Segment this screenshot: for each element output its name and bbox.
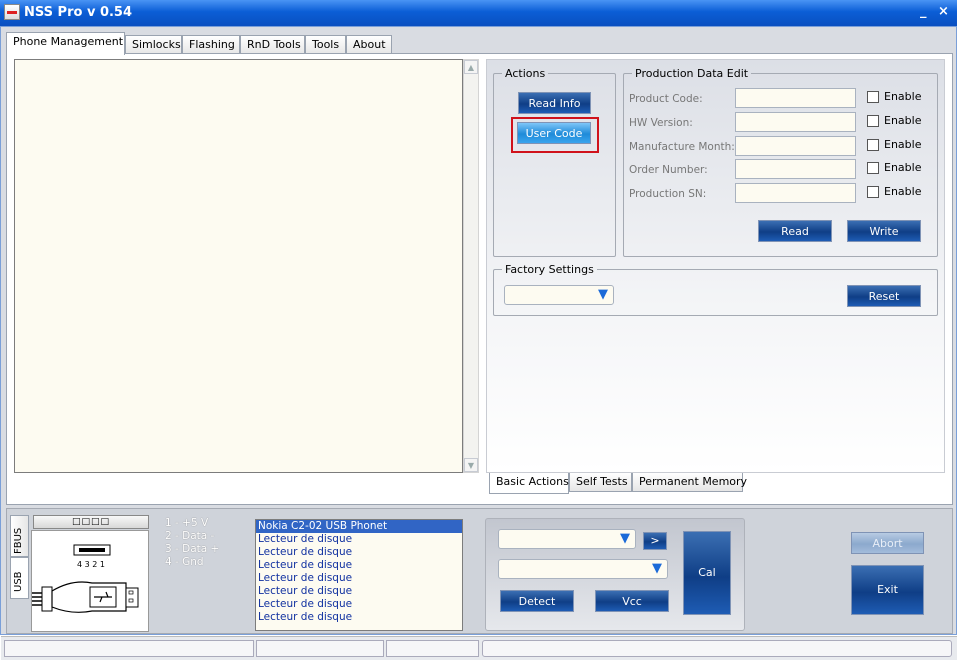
product-code-input[interactable] (735, 88, 856, 108)
basic-actions-panel: Actions Read Info User Code Production D… (486, 59, 945, 473)
status-segment (4, 640, 254, 657)
minimize-button[interactable]: _ (920, 5, 927, 19)
usb-connector-icon: 4 3 2 1 (32, 544, 139, 613)
list-item[interactable]: Nokia C2-02 USB Phonet (256, 520, 462, 533)
status-segment (256, 640, 384, 657)
order-number-input[interactable] (735, 159, 856, 179)
connection-controls: ▼ > ▼ Detect Vcc Cal (485, 518, 745, 631)
pin-4-label: 4 - Gnd (165, 556, 204, 568)
log-output[interactable] (14, 59, 463, 473)
order-number-enable-checkbox[interactable] (867, 162, 879, 174)
manufacture-month-enable-label: Enable (884, 138, 922, 151)
connection-select-2[interactable]: ▼ (498, 559, 668, 579)
production-legend: Production Data Edit (635, 67, 749, 80)
manufacture-month-input[interactable] (735, 136, 856, 156)
phone-management-panel: ▲ ▼ Actions Read Info User Code Producti… (6, 53, 953, 505)
product-code-enable-checkbox[interactable] (867, 91, 879, 103)
usb-pinout: 1 - +5 V 2 - Data - 3 - Data + 4 - Gnd (165, 517, 219, 569)
tab-tools[interactable]: Tools (305, 35, 346, 54)
manufacture-month-label: Manufacture Month: (629, 141, 735, 153)
list-item[interactable]: Lecteur de disque (256, 546, 462, 559)
progress-bar (482, 640, 952, 657)
go-button[interactable]: > (643, 532, 667, 550)
scroll-down-icon[interactable]: ▼ (464, 458, 478, 472)
detect-button[interactable]: Detect (500, 590, 574, 612)
read-button[interactable]: Read (758, 220, 832, 242)
log-scrollbar[interactable]: ▲ ▼ (463, 59, 479, 473)
app-icon (4, 4, 20, 20)
list-item[interactable]: Lecteur de disque (256, 598, 462, 611)
scroll-up-icon[interactable]: ▲ (464, 60, 478, 74)
svg-text:4 3 2 1: 4 3 2 1 (77, 560, 105, 569)
pin-3-label: 3 - Data + (165, 543, 220, 555)
read-info-button[interactable]: Read Info (518, 92, 591, 114)
tab-usb[interactable]: USB (10, 557, 29, 599)
production-sn-enable-label: Enable (884, 185, 922, 198)
product-code-enable-label: Enable (884, 90, 922, 103)
status-segment (386, 640, 479, 657)
close-button[interactable]: × (938, 5, 949, 19)
tab-fbus[interactable]: FBUS (10, 515, 29, 557)
usb-port-header: □□□□ (33, 515, 149, 529)
list-item[interactable]: Lecteur de disque (256, 585, 462, 598)
vcc-button[interactable]: Vcc (595, 590, 669, 612)
actions-legend: Actions (505, 67, 546, 80)
tab-phone-management[interactable]: Phone Management (6, 32, 125, 55)
dropdown-arrow-icon: ▼ (620, 531, 630, 546)
manufacture-month-enable-checkbox[interactable] (867, 139, 879, 151)
list-item[interactable]: Lecteur de disque (256, 559, 462, 572)
product-code-label: Product Code: (629, 93, 703, 105)
write-button[interactable]: Write (847, 220, 921, 242)
usb-diagram: 4 3 2 1 (31, 530, 149, 632)
tab-flashing[interactable]: Flashing (182, 35, 240, 54)
tab-rnd-tools[interactable]: RnD Tools (240, 35, 305, 54)
list-item[interactable]: Lecteur de disque (256, 533, 462, 546)
order-number-label: Order Number: (629, 164, 708, 176)
dropdown-arrow-icon: ▼ (598, 287, 608, 302)
window-body: Phone Management Simlocks Flashing RnD T… (0, 26, 957, 660)
title-bar: NSS Pro v 0.54 _ × (0, 0, 957, 26)
tab-self-tests[interactable]: Self Tests (569, 473, 632, 492)
abort-button[interactable]: Abort (851, 532, 924, 554)
reset-button[interactable]: Reset (847, 285, 921, 307)
device-list[interactable]: Nokia C2-02 USB Phonet Lecteur de disque… (255, 519, 463, 631)
hw-version-input[interactable] (735, 112, 856, 132)
connection-select-1[interactable]: ▼ (498, 529, 636, 549)
production-sn-input[interactable] (735, 183, 856, 203)
cal-button[interactable]: Cal (683, 531, 731, 615)
tab-basic-actions[interactable]: Basic Actions (489, 473, 569, 494)
exit-button[interactable]: Exit (851, 565, 924, 615)
user-code-button[interactable]: User Code (517, 122, 591, 144)
tab-about[interactable]: About (346, 35, 392, 54)
hw-version-enable-label: Enable (884, 114, 922, 127)
hw-version-enable-checkbox[interactable] (867, 115, 879, 127)
production-sn-label: Production SN: (629, 188, 707, 200)
factory-settings-select[interactable]: ▼ (504, 285, 614, 305)
list-item[interactable]: Lecteur de disque (256, 572, 462, 585)
status-bar (1, 636, 957, 660)
pin-2-label: 2 - Data - (165, 530, 215, 542)
hw-version-label: HW Version: (629, 117, 693, 129)
connection-panel: FBUS USB □□□□ 4 3 2 1 1 - +5 V 2 - Data … (6, 508, 953, 634)
factory-settings-legend: Factory Settings (505, 263, 594, 276)
tab-permanent-memory[interactable]: Permanent Memory (632, 473, 747, 492)
order-number-enable-label: Enable (884, 161, 922, 174)
production-sn-enable-checkbox[interactable] (867, 186, 879, 198)
window-title: NSS Pro v 0.54 (24, 5, 133, 20)
pin-1-label: 1 - +5 V (165, 517, 209, 529)
dropdown-arrow-icon: ▼ (652, 561, 662, 576)
list-item[interactable]: Lecteur de disque (256, 611, 462, 624)
tab-simlocks[interactable]: Simlocks (125, 35, 182, 54)
